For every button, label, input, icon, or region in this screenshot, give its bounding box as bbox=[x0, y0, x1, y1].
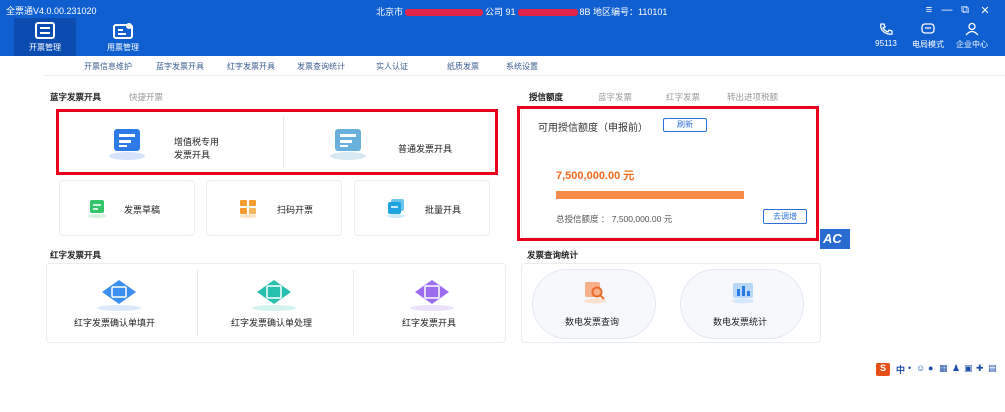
nav-use-label: 用票管理 bbox=[107, 43, 139, 52]
credit-tab[interactable]: 蓝字发票 bbox=[598, 91, 632, 103]
nav-issue-label: 开票管理 bbox=[29, 43, 61, 52]
subnav-item[interactable]: 发票查询统计 bbox=[297, 61, 345, 72]
redaction-mark bbox=[405, 9, 484, 17]
region-code: 8B 地区编号：110101 bbox=[579, 7, 668, 17]
invoice-search-icon bbox=[584, 282, 606, 304]
subnav-item[interactable]: 纸质发票 bbox=[447, 61, 479, 72]
red-fill-icon bbox=[97, 280, 141, 311]
mode-label: 电局模式 bbox=[912, 40, 944, 49]
credit-tab-active[interactable]: 授信额度 bbox=[529, 91, 563, 103]
company-id-prefix: 公司 91 bbox=[485, 7, 516, 17]
mode-button[interactable]: 电局模式 bbox=[908, 22, 948, 50]
subnav-item[interactable]: 开票信息维护 bbox=[84, 61, 132, 72]
scan-invoice-tile[interactable]: 扫码开票 bbox=[206, 180, 342, 236]
red-fill-label: 红字发票确认单填开 bbox=[74, 318, 156, 328]
highlight-box bbox=[56, 109, 498, 175]
batch-label: 批量开具 bbox=[425, 205, 462, 215]
blue-section-title[interactable]: 蓝字发票开具 bbox=[50, 91, 101, 103]
menu-icon[interactable]: ≡ bbox=[922, 4, 936, 16]
invoice-search-label: 数电发票查询 bbox=[565, 317, 620, 327]
subnav-item[interactable]: 实人认证 bbox=[376, 61, 408, 72]
ime-emoji-icon[interactable]: ☺ bbox=[916, 363, 925, 373]
invoice-search-tile[interactable]: 数电发票查询 bbox=[532, 269, 656, 339]
red-confirm-fill-tile[interactable]: 红字发票确认单填开 bbox=[48, 265, 196, 341]
qr-scan-icon bbox=[239, 200, 257, 218]
invoice-stats-tile[interactable]: 数电发票统计 bbox=[680, 269, 804, 339]
red-section-title: 红字发票开具 bbox=[50, 250, 102, 260]
company-city: 北京市 bbox=[376, 7, 404, 17]
ime-tray: S 中 • ☺ ● ▦ ♟ ▣ ✚ ▤ bbox=[876, 363, 1005, 377]
highlight-box bbox=[517, 106, 819, 241]
user-icon bbox=[965, 22, 979, 36]
scan-label: 扫码开票 bbox=[277, 205, 314, 215]
divider bbox=[353, 270, 354, 336]
invoice-stats-label: 数电发票统计 bbox=[713, 317, 768, 327]
enterprise-button[interactable]: 企业中心 bbox=[952, 22, 992, 50]
divider bbox=[197, 270, 198, 336]
credit-tab[interactable]: 转出进项税额 bbox=[727, 91, 778, 103]
sub-nav-bar: 开票信息维护 蓝字发票开具 红字发票开具 发票查询统计 实人认证 纸质发票 系统… bbox=[44, 56, 1005, 76]
nav-use-invoice[interactable]: 用票管理 bbox=[92, 18, 154, 56]
subnav-item[interactable]: 系统设置 bbox=[506, 61, 538, 72]
ime-skin-icon[interactable]: ▣ bbox=[964, 363, 973, 374]
ime-mic-icon[interactable]: ● bbox=[928, 363, 933, 373]
batch-invoice-tile[interactable]: 批量开具 bbox=[354, 180, 490, 236]
draft-label: 发票草稿 bbox=[124, 205, 161, 215]
ime-user-icon[interactable]: ♟ bbox=[952, 363, 960, 374]
nav-issue-invoice[interactable]: 开票管理 bbox=[14, 18, 76, 56]
ime-lang[interactable]: 中 bbox=[896, 363, 905, 376]
phone-button[interactable]: 95113 bbox=[866, 22, 906, 48]
batch-icon bbox=[387, 199, 405, 218]
restore-icon[interactable]: ⧉ bbox=[958, 4, 972, 17]
quick-invoice-tab[interactable]: 快捷开票 bbox=[129, 91, 163, 103]
red-handle-label: 红字发票确认单处理 bbox=[231, 318, 313, 328]
top-header: 全票通V4.0.00.231020 北京市 公司 91 8B 地区编号：110101… bbox=[0, 0, 1005, 56]
phone-icon bbox=[880, 23, 893, 35]
phone-label: 95113 bbox=[875, 39, 897, 48]
red-issue-label: 红字发票开具 bbox=[402, 318, 457, 328]
enterprise-label: 企业中心 bbox=[956, 40, 988, 49]
subnav-item[interactable]: 红字发票开具 bbox=[227, 61, 275, 72]
close-icon[interactable]: ✕ bbox=[978, 4, 992, 17]
invoice-draft-tile[interactable]: 发票草稿 bbox=[59, 180, 195, 236]
red-handle-icon bbox=[252, 280, 296, 311]
ime-punct-icon[interactable]: • bbox=[908, 363, 911, 373]
issue-invoice-icon bbox=[35, 22, 55, 39]
ime-tshirt-icon[interactable]: ✚ bbox=[976, 363, 984, 374]
red-confirm-handle-tile[interactable]: 红字发票确认单处理 bbox=[199, 265, 352, 341]
app-version: 全票通V4.0.00.231020 bbox=[6, 6, 97, 16]
red-issue-icon bbox=[410, 280, 454, 311]
floating-logo: AC bbox=[820, 229, 850, 249]
bar-chart-icon bbox=[732, 283, 754, 304]
ime-logo-icon[interactable]: S bbox=[876, 363, 890, 376]
ime-grid-icon[interactable]: ▤ bbox=[988, 363, 997, 374]
redaction-mark bbox=[517, 9, 578, 17]
subnav-item[interactable]: 蓝字发票开具 bbox=[156, 61, 204, 72]
use-invoice-icon bbox=[113, 23, 133, 39]
query-section-title: 发票查询统计 bbox=[527, 250, 579, 260]
company-info: 北京市 公司 91 8B 地区编号：110101 bbox=[376, 5, 667, 18]
red-invoice-issue-tile[interactable]: 红字发票开具 bbox=[355, 265, 505, 341]
minimize-icon[interactable]: — bbox=[940, 4, 954, 16]
credit-tab[interactable]: 红字发票 bbox=[666, 91, 700, 103]
draft-icon bbox=[88, 200, 106, 218]
ime-keyboard-icon[interactable]: ▦ bbox=[939, 363, 948, 374]
chat-icon bbox=[921, 23, 935, 34]
